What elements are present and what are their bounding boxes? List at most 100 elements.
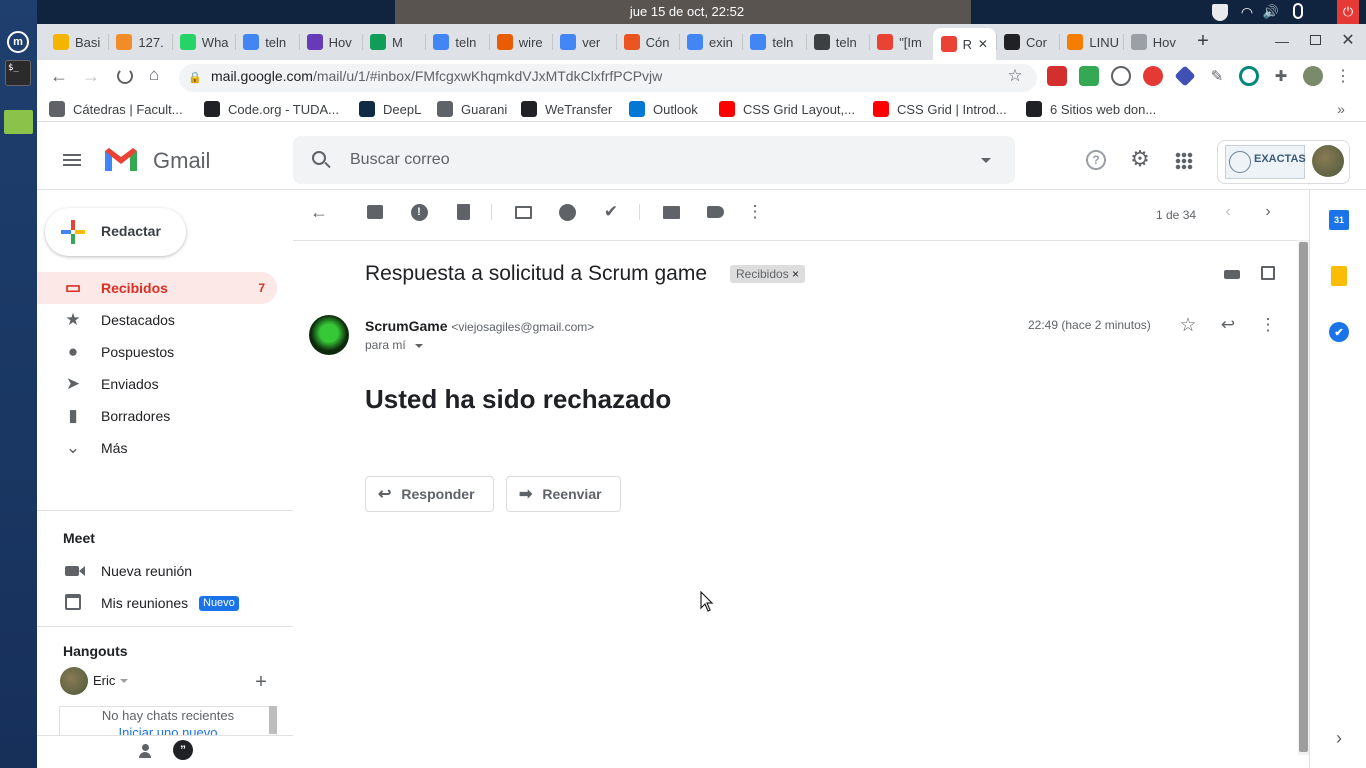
account-avatar[interactable]	[1312, 145, 1344, 177]
bookmark-3[interactable]: Guarani	[437, 100, 507, 118]
nav-item-4[interactable]: ▮ Borradores	[37, 400, 277, 432]
my-meetings-link[interactable]: Mis reuniones	[101, 595, 188, 611]
older-chevron-icon[interactable]: ›	[1256, 200, 1280, 224]
tab-15[interactable]: Cor	[996, 28, 1057, 56]
add-task-icon[interactable]: ✔	[599, 200, 623, 224]
bookmark-2[interactable]: DeepL	[359, 100, 421, 118]
bookmark-5[interactable]: Outlook	[629, 100, 698, 118]
star-email-icon[interactable]: ☆	[1177, 314, 1199, 336]
tab-3[interactable]: teln	[235, 28, 296, 56]
bookmark-1[interactable]: Code.org - TUDA...	[204, 100, 339, 118]
details-dropdown-icon[interactable]	[415, 343, 424, 348]
profile-avatar-icon[interactable]	[1303, 66, 1323, 86]
search-input[interactable]: Buscar correo	[350, 151, 450, 169]
bookmark-4[interactable]: WeTransfer	[521, 100, 612, 118]
extension-circle-icon[interactable]	[1111, 66, 1131, 86]
reply-button[interactable]: ↩ Responder	[365, 476, 494, 512]
label-chip[interactable]: Recibidos ×	[730, 265, 806, 283]
back-icon[interactable]: ←	[49, 66, 69, 86]
close-window-button[interactable]: ✕	[1339, 30, 1357, 50]
power-icon[interactable]: ⏻	[1337, 0, 1359, 24]
new-meeting-link[interactable]: Nueva reunión	[101, 563, 192, 579]
lock-icon[interactable]: 🔒	[188, 70, 202, 84]
expand-panel-chevron-icon[interactable]: ›	[1329, 728, 1349, 748]
bookmark-0[interactable]: Cátedras | Facult...	[49, 100, 183, 118]
tab-14[interactable]: R ✕	[932, 28, 996, 60]
tab-11[interactable]: teln	[742, 28, 803, 56]
sender-name[interactable]: ScrumGame	[365, 318, 447, 334]
compose-button[interactable]: Redactar	[45, 208, 186, 256]
url-text[interactable]: mail.google.com/mail/u/1/#inbox/FMfcgxwK…	[211, 68, 662, 84]
archive-icon[interactable]	[363, 200, 387, 224]
back-to-inbox-icon[interactable]: ←	[307, 200, 331, 224]
shield-icon[interactable]	[1212, 4, 1228, 21]
search-options-icon[interactable]	[981, 158, 991, 163]
home-icon[interactable]: ⌂	[144, 65, 164, 85]
tab-0[interactable]: Basi	[45, 28, 106, 56]
apps-grid-icon[interactable]	[1175, 152, 1193, 170]
more-actions-icon[interactable]: ⋮	[743, 200, 767, 224]
new-tab-button[interactable]: +	[1193, 29, 1213, 53]
nav-item-0[interactable]: ▭ Recibidos 7	[37, 272, 277, 304]
tab-8[interactable]: ver	[552, 28, 613, 56]
user-dropdown-icon[interactable]	[120, 679, 128, 683]
main-scrollbar-thumb[interactable]	[1299, 242, 1308, 752]
more-bookmarks-icon[interactable]: »	[1333, 100, 1349, 118]
more-options-icon[interactable]: ⋮	[1257, 314, 1279, 336]
extension-sync-icon[interactable]	[1239, 66, 1259, 86]
hangouts-quote-icon[interactable]: ”	[173, 740, 193, 760]
remove-label-icon[interactable]: ×	[792, 267, 799, 281]
tab-4[interactable]: Hov	[299, 28, 360, 56]
minimize-button[interactable]: —	[1273, 32, 1291, 50]
volume-icon[interactable]: 🔊	[1261, 3, 1281, 21]
move-to-icon[interactable]	[659, 200, 683, 224]
delete-icon[interactable]	[451, 200, 475, 224]
loading-spinner-icon[interactable]	[117, 68, 133, 84]
nav-item-3[interactable]: ➤ Enviados	[37, 368, 277, 400]
nav-item-2[interactable]: ● Pospuestos	[37, 336, 277, 368]
close-tab-icon[interactable]: ✕	[978, 37, 988, 51]
gmail-wordmark[interactable]: Gmail	[153, 148, 210, 174]
terminal-icon[interactable]: $_	[5, 60, 31, 86]
recipient-line[interactable]: para mí	[365, 338, 424, 352]
tasks-icon[interactable]: ✔	[1329, 322, 1349, 342]
tab-9[interactable]: Cón	[616, 28, 677, 56]
calendar-app-icon[interactable]: 31	[1329, 210, 1349, 230]
files-icon[interactable]	[4, 110, 33, 134]
forward-button[interactable]: ➡ Reenviar	[506, 476, 621, 512]
microphone-icon[interactable]	[1293, 3, 1303, 19]
mint-menu-icon[interactable]: m	[7, 31, 29, 53]
extension-shield-icon[interactable]	[1079, 66, 1099, 86]
tab-17[interactable]: Hov	[1123, 28, 1184, 56]
nav-item-1[interactable]: ★ Destacados	[37, 304, 277, 336]
tab-1[interactable]: 127.	[108, 28, 169, 56]
maximize-button[interactable]	[1310, 35, 1321, 45]
extension-adblock-icon[interactable]	[1143, 66, 1163, 86]
hangouts-scrollbar[interactable]	[269, 706, 277, 734]
hangouts-avatar[interactable]	[60, 667, 88, 695]
extension-pdf-icon[interactable]	[1047, 66, 1067, 86]
clock[interactable]: jue 15 de oct, 22:52	[597, 4, 777, 19]
wifi-icon[interactable]: ◠	[1237, 3, 1257, 21]
tab-16[interactable]: LINU	[1059, 28, 1120, 56]
snooze-clock-icon[interactable]	[555, 200, 579, 224]
new-chat-plus-icon[interactable]: +	[251, 671, 271, 693]
bookmark-8[interactable]: 6 Sitios web don...	[1026, 100, 1156, 118]
bookmark-7[interactable]: CSS Grid | Introd...	[873, 100, 1007, 118]
extension-dropper-icon[interactable]: ✎	[1207, 66, 1227, 86]
open-new-window-icon[interactable]	[1261, 266, 1275, 280]
newer-chevron-icon[interactable]: ‹	[1216, 200, 1240, 224]
label-icon[interactable]	[703, 200, 727, 224]
gmail-logo-icon[interactable]	[103, 145, 139, 173]
tab-2[interactable]: Wha	[172, 28, 233, 56]
tab-13[interactable]: "[Im	[869, 28, 930, 56]
hangouts-user[interactable]: Eric	[93, 673, 115, 688]
mark-unread-icon[interactable]	[511, 200, 535, 224]
sender-avatar[interactable]	[309, 315, 349, 355]
tab-7[interactable]: wire	[489, 28, 550, 56]
contacts-person-icon[interactable]	[139, 744, 151, 758]
nav-item-5[interactable]: ⌄ Más	[37, 432, 277, 464]
tab-5[interactable]: M	[362, 28, 423, 56]
settings-gear-icon[interactable]: ⚙	[1129, 146, 1151, 171]
forward-icon[interactable]: →	[81, 66, 101, 86]
